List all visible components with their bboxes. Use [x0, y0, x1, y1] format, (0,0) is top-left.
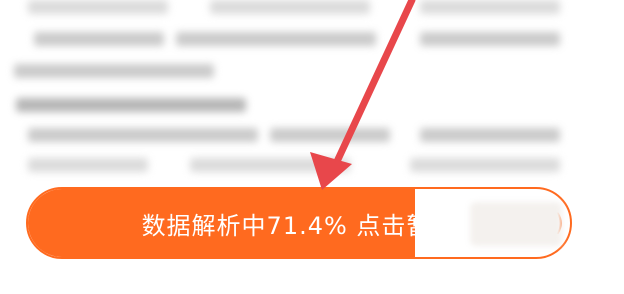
- blurred-text-line: [28, 158, 148, 172]
- blurred-text-line: [410, 158, 560, 172]
- blurred-text-line: [420, 0, 560, 14]
- blurred-text-line: [14, 64, 214, 78]
- progress-label: 数据解析中71.4% 点击暂停: [141, 211, 457, 240]
- blurred-text-line: [28, 0, 168, 14]
- blurred-text-line: [420, 128, 560, 142]
- blurred-label-region: [470, 202, 562, 246]
- blurred-text-line: [34, 32, 164, 46]
- blurred-text-line: [210, 0, 370, 14]
- blurred-text-line: [16, 98, 246, 112]
- blurred-text-line: [270, 128, 390, 142]
- blurred-text-line: [420, 32, 560, 46]
- blurred-text-line: [190, 158, 350, 172]
- screen: 数据解析中71.4% 点击暂停 ): [0, 0, 624, 294]
- blurred-text-line: [176, 32, 376, 46]
- blurred-text-line: [28, 128, 258, 142]
- blurred-document-text: [0, 0, 624, 180]
